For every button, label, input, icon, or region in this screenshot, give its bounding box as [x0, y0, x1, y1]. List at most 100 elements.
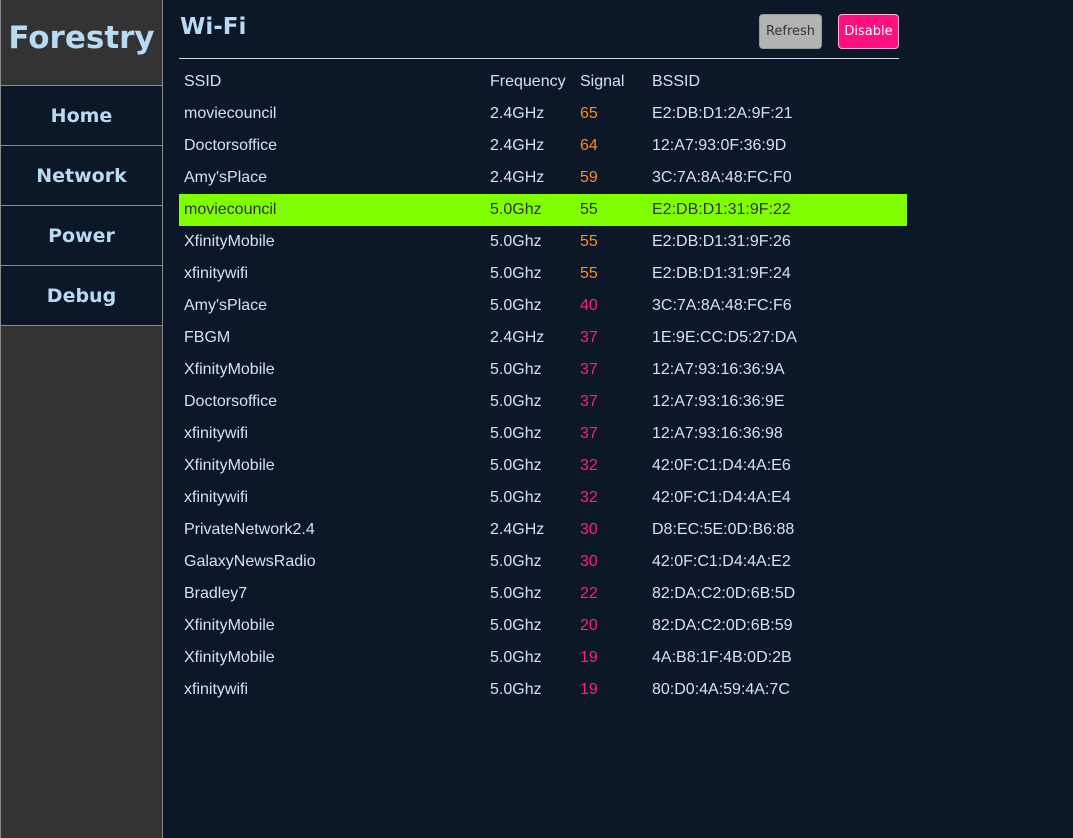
table-row[interactable]: XfinityMobile 5.0Ghz 20 82:DA:C2:0D:6B:59 — [179, 610, 907, 642]
table-row[interactable]: XfinityMobile 5.0Ghz 37 12:A7:93:16:36:9A — [179, 354, 907, 386]
table-row[interactable]: Doctorsoffice 2.4GHz 64 12:A7:93:0F:36:9D — [179, 130, 907, 162]
table-row[interactable]: XfinityMobile 5.0Ghz 55 E2:DB:D1:31:9F:26 — [179, 226, 907, 258]
cell-signal: 22 — [580, 585, 598, 602]
cell-signal: 30 — [580, 553, 598, 570]
cell-bssid: 4A:B8:1F:4B:0D:2B — [652, 649, 792, 666]
disable-button[interactable]: Disable — [838, 14, 899, 49]
cell-frequency: 5.0Ghz — [490, 425, 542, 442]
cell-bssid: E2:DB:D1:31:9F:24 — [652, 265, 791, 282]
table-row[interactable]: Amy'sPlace 2.4GHz 59 3C:7A:8A:48:FC:F0 — [179, 162, 907, 194]
cell-frequency: 5.0Ghz — [490, 393, 542, 410]
table-row[interactable]: PrivateNetwork2.4 2.4GHz 30 D8:EC:5E:0D:B6:… — [179, 514, 907, 546]
cell-frequency: 2.4GHz — [490, 105, 545, 122]
page-header: Wi-Fi Refresh Disable — [179, 0, 899, 59]
cell-ssid: Doctorsoffice — [184, 137, 278, 154]
cell-bssid: 1E:9E:CC:D5:27:DA — [652, 329, 797, 346]
cell-bssid: 42:0F:C1:D4:4A:E4 — [652, 489, 791, 506]
table-row[interactable]: Amy'sPlace 5.0Ghz 40 3C:7A:8A:48:FC:F6 — [179, 290, 907, 322]
cell-ssid: XfinityMobile — [184, 457, 275, 474]
cell-bssid: D8:EC:5E:0D:B6:88 — [652, 521, 795, 538]
table-header-row: SSID Frequency Signal BSSID — [179, 66, 907, 98]
column-header-ssid: SSID — [184, 73, 222, 90]
cell-signal: 55 — [580, 233, 598, 250]
cell-bssid: E2:DB:D1:31:9F:22 — [652, 201, 791, 218]
cell-ssid: GalaxyNewsRadio — [184, 553, 316, 570]
cell-bssid: E2:DB:D1:2A:9F:21 — [652, 105, 793, 122]
cell-ssid: PrivateNetwork2.4 — [184, 521, 315, 538]
cell-ssid: Doctorsoffice — [184, 393, 278, 410]
cell-frequency: 5.0Ghz — [490, 297, 542, 314]
table-row[interactable]: GalaxyNewsRadio 5.0Ghz 30 42:0F:C1:D4:4A:E2 — [179, 546, 907, 578]
cell-bssid: 80:D0:4A:59:4A:7C — [652, 681, 790, 698]
main-content: Wi-Fi Refresh Disable SSID Frequency Sig… — [179, 0, 907, 706]
cell-frequency: 5.0Ghz — [490, 585, 542, 602]
table-row[interactable]: Doctorsoffice 5.0Ghz 37 12:A7:93:16:36:9E — [179, 386, 907, 418]
cell-signal: 32 — [580, 489, 598, 506]
nav-item-home[interactable]: Home — [1, 86, 162, 146]
cell-bssid: 12:A7:93:16:36:9E — [652, 393, 785, 410]
cell-bssid: 12:A7:93:16:36:9A — [652, 361, 785, 378]
cell-bssid: 12:A7:93:0F:36:9D — [652, 137, 787, 154]
cell-ssid: Amy'sPlace — [184, 169, 268, 186]
cell-ssid: Amy'sPlace — [184, 297, 268, 314]
table-row[interactable]: moviecouncil 2.4GHz 65 E2:DB:D1:2A:9F:21 — [179, 98, 907, 130]
cell-bssid: 3C:7A:8A:48:FC:F0 — [652, 169, 792, 186]
cell-signal: 20 — [580, 617, 598, 634]
cell-ssid: Bradley7 — [184, 585, 248, 602]
refresh-button[interactable]: Refresh — [759, 14, 822, 49]
cell-bssid: 82:DA:C2:0D:6B:59 — [652, 617, 793, 634]
cell-ssid: xfinitywifi — [184, 681, 249, 698]
table-row[interactable]: XfinityMobile 5.0Ghz 32 42:0F:C1:D4:4A:E6 — [179, 450, 907, 482]
page-title: Wi-Fi — [180, 14, 247, 40]
cell-frequency: 5.0Ghz — [490, 265, 542, 282]
nav-item-network[interactable]: Network — [1, 146, 162, 206]
cell-signal: 40 — [580, 297, 598, 314]
table-row[interactable]: xfinitywifi 5.0Ghz 19 80:D0:4A:59:4A:7C — [179, 674, 907, 706]
cell-frequency: 5.0Ghz — [490, 681, 542, 698]
cell-frequency: 5.0Ghz — [490, 457, 542, 474]
nav-item-power[interactable]: Power — [1, 206, 162, 266]
cell-frequency: 5.0Ghz — [490, 361, 542, 378]
cell-frequency: 5.0Ghz — [490, 649, 542, 666]
cell-frequency: 2.4GHz — [490, 521, 545, 538]
column-header-bssid: BSSID — [652, 73, 701, 90]
cell-signal: 59 — [580, 169, 598, 186]
cell-ssid: XfinityMobile — [184, 361, 275, 378]
column-header-frequency: Frequency — [490, 73, 566, 90]
cell-frequency: 5.0Ghz — [490, 233, 542, 250]
cell-ssid: FBGM — [184, 329, 231, 346]
cell-ssid: xfinitywifi — [184, 265, 249, 282]
wifi-networks-table: SSID Frequency Signal BSSID moviecouncil… — [179, 66, 907, 706]
column-header-signal: Signal — [580, 73, 625, 90]
table-row[interactable]: xfinitywifi 5.0Ghz 37 12:A7:93:16:36:98 — [179, 418, 907, 450]
cell-bssid: 82:DA:C2:0D:6B:5D — [652, 585, 796, 602]
cell-signal: 37 — [580, 361, 598, 378]
cell-frequency: 5.0Ghz — [490, 617, 542, 634]
table-row[interactable]: XfinityMobile 5.0Ghz 19 4A:B8:1F:4B:0D:2B — [179, 642, 907, 674]
cell-bssid: 42:0F:C1:D4:4A:E2 — [652, 553, 791, 570]
cell-signal: 65 — [580, 105, 598, 122]
cell-signal: 30 — [580, 521, 598, 538]
table-row[interactable]: FBGM 2.4GHz 37 1E:9E:CC:D5:27:DA — [179, 322, 907, 354]
cell-signal: 64 — [580, 137, 598, 154]
cell-frequency: 2.4GHz — [490, 329, 545, 346]
nav-item-debug[interactable]: Debug — [1, 266, 162, 326]
table-row[interactable]: Bradley7 5.0Ghz 22 82:DA:C2:0D:6B:5D — [179, 578, 907, 610]
app-brand: Forestry — [1, 0, 162, 86]
cell-signal: 32 — [580, 457, 598, 474]
cell-bssid: 3C:7A:8A:48:FC:F6 — [652, 297, 792, 314]
cell-signal: 55 — [580, 201, 598, 218]
table-row[interactable]: moviecouncil 5.0Ghz 55 E2:DB:D1:31:9F:22 — [179, 194, 907, 226]
cell-bssid: E2:DB:D1:31:9F:26 — [652, 233, 791, 250]
cell-frequency: 5.0Ghz — [490, 489, 542, 506]
cell-signal: 37 — [580, 425, 598, 442]
table-row[interactable]: xfinitywifi 5.0Ghz 32 42:0F:C1:D4:4A:E4 — [179, 482, 907, 514]
cell-frequency: 2.4GHz — [490, 137, 545, 154]
table-row[interactable]: xfinitywifi 5.0Ghz 55 E2:DB:D1:31:9F:24 — [179, 258, 907, 290]
cell-signal: 37 — [580, 393, 598, 410]
cell-ssid: XfinityMobile — [184, 649, 275, 666]
cell-ssid: XfinityMobile — [184, 233, 275, 250]
cell-signal: 19 — [580, 649, 598, 666]
sidebar: Forestry Home Network Power Debug — [0, 0, 163, 838]
cell-frequency: 2.4GHz — [490, 169, 545, 186]
